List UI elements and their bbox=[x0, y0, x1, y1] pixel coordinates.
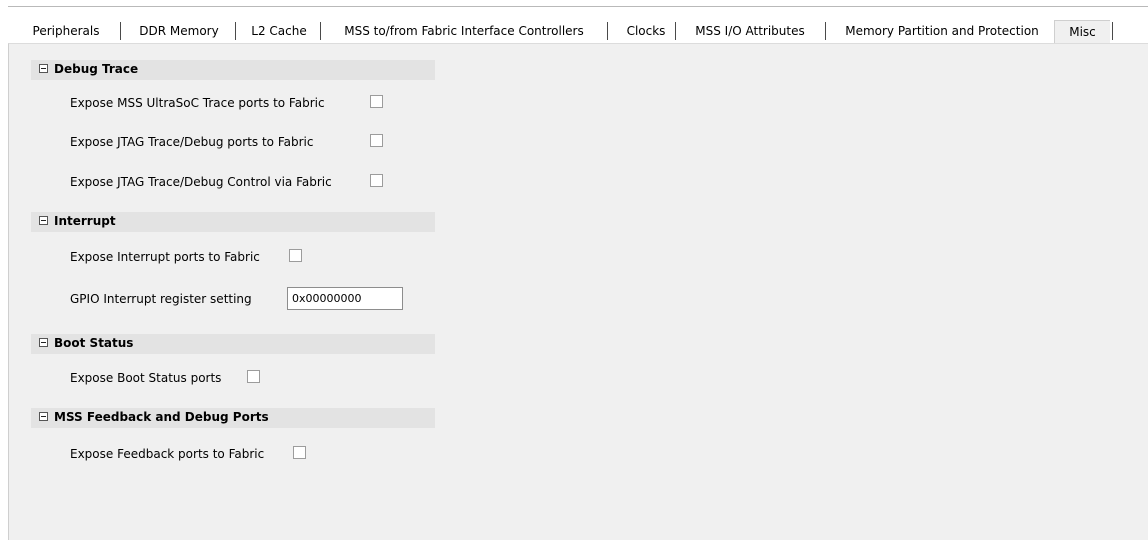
section-header-debug-trace[interactable]: Debug Trace bbox=[31, 60, 435, 80]
tab-separator bbox=[825, 22, 826, 40]
tab-l2-cache[interactable]: L2 Cache bbox=[242, 20, 316, 43]
section-title: Debug Trace bbox=[54, 62, 139, 76]
expose-interrupt-ports-checkbox[interactable] bbox=[289, 249, 302, 262]
tab-separator bbox=[235, 22, 236, 40]
tab-ddr-memory[interactable]: DDR Memory bbox=[129, 20, 229, 43]
tab-separator bbox=[607, 22, 608, 40]
expose-feedback-ports-label: Expose Feedback ports to Fabric bbox=[70, 447, 265, 461]
tab-misc[interactable]: Misc bbox=[1054, 20, 1110, 44]
expose-jtag-trace-debug-label: Expose JTAG Trace/Debug ports to Fabric bbox=[70, 135, 314, 149]
section-header-feedback-debug[interactable]: MSS Feedback and Debug Ports bbox=[31, 408, 435, 428]
collapse-icon[interactable] bbox=[39, 338, 48, 347]
window-top-border bbox=[8, 6, 1148, 7]
tab-memory-partition-protection[interactable]: Memory Partition and Protection bbox=[831, 20, 1053, 43]
expose-jtag-control-checkbox[interactable] bbox=[370, 174, 383, 187]
tab-peripherals[interactable]: Peripherals bbox=[24, 20, 108, 43]
tab-clocks[interactable]: Clocks bbox=[614, 20, 678, 43]
collapse-icon[interactable] bbox=[39, 412, 48, 421]
expose-ultrasoc-trace-label: Expose MSS UltraSoC Trace ports to Fabri… bbox=[70, 96, 325, 110]
tab-fabric-interface-controllers[interactable]: MSS to/from Fabric Interface Controllers bbox=[326, 20, 602, 43]
tab-mss-io-attributes[interactable]: MSS I/O Attributes bbox=[681, 20, 819, 43]
collapse-icon[interactable] bbox=[39, 64, 48, 73]
expose-boot-status-label: Expose Boot Status ports bbox=[70, 371, 222, 385]
expose-feedback-ports-checkbox[interactable] bbox=[293, 446, 306, 459]
expose-jtag-trace-debug-checkbox[interactable] bbox=[370, 134, 383, 147]
tab-separator bbox=[675, 22, 676, 40]
tab-separator bbox=[320, 22, 321, 40]
tab-separator bbox=[1112, 22, 1113, 40]
tab-separator bbox=[120, 22, 121, 40]
gpio-interrupt-register-input[interactable]: 0x00000000 bbox=[287, 287, 403, 310]
expose-ultrasoc-trace-checkbox[interactable] bbox=[370, 95, 383, 108]
section-header-interrupt[interactable]: Interrupt bbox=[31, 212, 435, 232]
expose-boot-status-checkbox[interactable] bbox=[247, 370, 260, 383]
section-title: Boot Status bbox=[54, 336, 134, 350]
section-title: MSS Feedback and Debug Ports bbox=[54, 410, 269, 424]
tab-bar: Peripherals DDR Memory L2 Cache MSS to/f… bbox=[8, 20, 1148, 44]
expose-jtag-control-label: Expose JTAG Trace/Debug Control via Fabr… bbox=[70, 175, 332, 189]
section-header-boot-status[interactable]: Boot Status bbox=[31, 334, 435, 354]
gpio-interrupt-register-label: GPIO Interrupt register setting bbox=[70, 292, 252, 306]
misc-panel: Debug Trace Expose MSS UltraSoC Trace po… bbox=[8, 43, 1148, 540]
section-title: Interrupt bbox=[54, 214, 116, 228]
collapse-icon[interactable] bbox=[39, 216, 48, 225]
expose-interrupt-ports-label: Expose Interrupt ports to Fabric bbox=[70, 250, 260, 264]
